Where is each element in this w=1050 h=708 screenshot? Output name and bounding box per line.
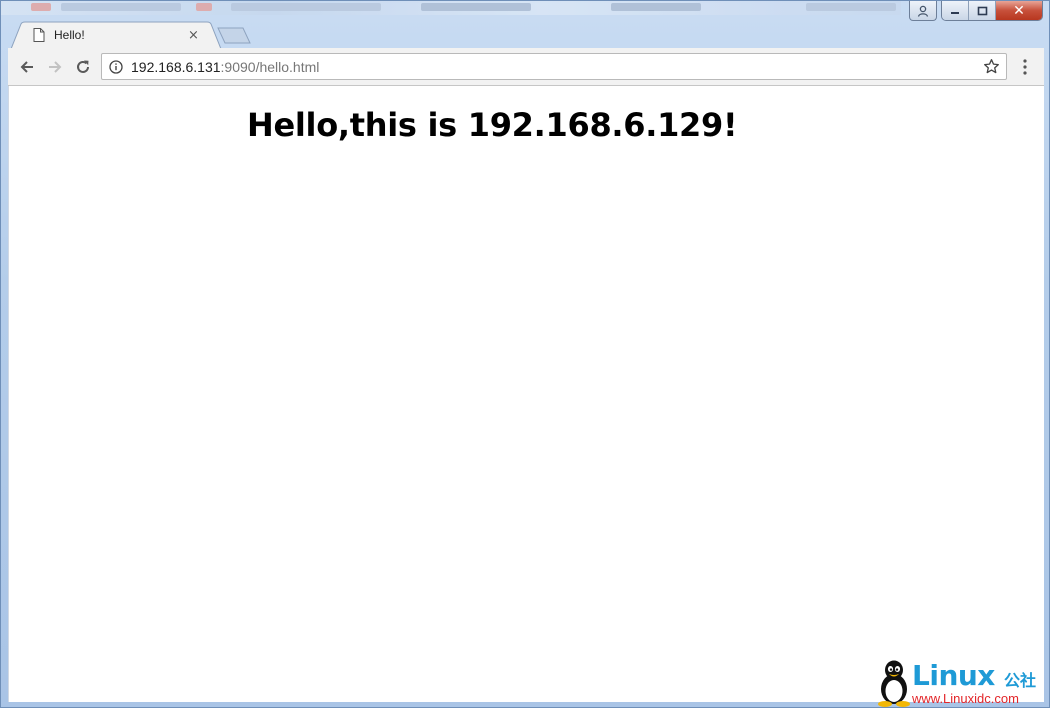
watermark-suffix: 公社 <box>1004 673 1037 690</box>
browser-toolbar: 192.168.6.131:9090/hello.html <box>8 48 1044 86</box>
reload-icon <box>77 60 89 73</box>
active-tab[interactable]: Hello! × <box>29 22 215 48</box>
page-viewport: Hello,this is 192.168.6.129! <box>8 86 1044 702</box>
back-button[interactable] <box>17 57 37 77</box>
forward-button[interactable] <box>45 57 65 77</box>
user-profile-button[interactable] <box>909 1 937 21</box>
info-icon[interactable] <box>109 60 123 74</box>
browser-window: ✕ Hello! × 192.168.6.131:9090/hello.html… <box>0 0 1050 708</box>
site-watermark: Linux 公社 www.Linuxidc.com <box>876 657 1046 707</box>
window-controls: ✕ <box>909 1 1043 21</box>
window-buttons: ✕ <box>941 1 1043 21</box>
minimize-icon <box>951 11 959 14</box>
address-bar[interactable]: 192.168.6.131:9090/hello.html <box>101 53 1007 80</box>
maximize-icon <box>977 6 987 15</box>
maximize-button[interactable] <box>969 1 996 20</box>
tab-title: Hello! <box>54 28 85 42</box>
page-heading: Hello,this is 192.168.6.129! <box>247 106 738 144</box>
url-path: :9090/hello.html <box>220 59 320 75</box>
forward-arrow-icon <box>49 61 62 73</box>
penguin-icon <box>878 660 910 707</box>
close-icon: ✕ <box>1013 2 1025 19</box>
background-windows <box>1 1 901 15</box>
watermark-url: www.Linuxidc.com <box>912 691 1019 706</box>
more-vert-icon[interactable] <box>1018 58 1032 76</box>
new-tab-button[interactable] <box>217 27 251 44</box>
close-window-button[interactable]: ✕ <box>996 1 1042 20</box>
url-text[interactable]: 192.168.6.131:9090/hello.html <box>131 59 319 75</box>
close-icon[interactable]: × <box>188 28 199 43</box>
star-icon[interactable] <box>983 58 1000 75</box>
url-host: 192.168.6.131 <box>131 59 221 75</box>
back-arrow-icon <box>20 61 33 73</box>
watermark-brand: Linux <box>912 659 995 692</box>
reload-button[interactable] <box>73 57 93 77</box>
page-icon <box>33 28 45 42</box>
user-icon <box>917 5 929 17</box>
minimize-button[interactable] <box>942 1 969 20</box>
